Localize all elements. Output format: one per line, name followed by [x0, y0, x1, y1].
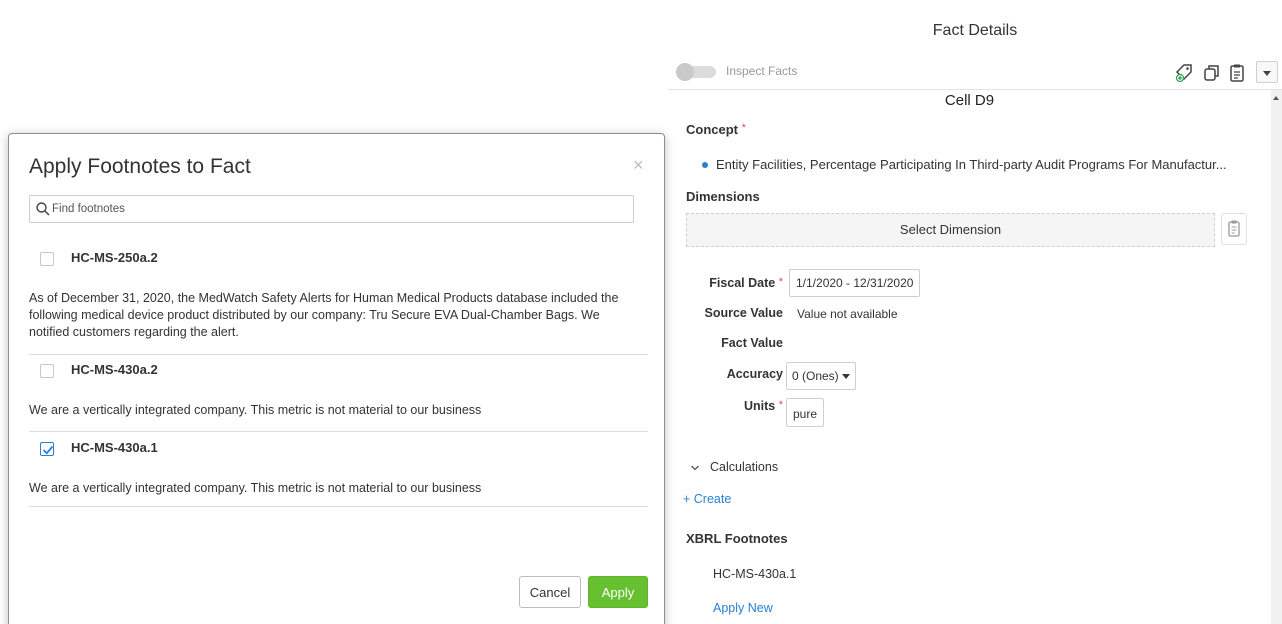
concept-value[interactable]: Entity Facilities, Percentage Participat… [716, 157, 1227, 172]
scroll-up-icon[interactable] [1273, 96, 1279, 100]
select-dimension-button[interactable]: Select Dimension [686, 213, 1215, 247]
footnote-item: HC-MS-430a.1 We are a vertically integra… [29, 432, 648, 507]
fact-value-label: Fact Value [721, 336, 783, 350]
apply-button[interactable]: Apply [588, 576, 648, 608]
search-icon [35, 201, 51, 217]
calculations-toggle[interactable]: Calculations [710, 460, 778, 474]
cancel-button[interactable]: Cancel [519, 576, 581, 608]
footnote-code: HC-MS-250a.2 [71, 250, 158, 265]
footnote-checkbox-checked[interactable] [40, 442, 54, 456]
footnote-text: We are a vertically integrated company. … [29, 481, 482, 495]
dimensions-label: Dimensions [686, 189, 760, 204]
concept-label: Concept * [686, 122, 746, 137]
required-mark: * [778, 399, 783, 411]
options-dropdown-button[interactable] [1256, 61, 1278, 83]
scrollbar[interactable] [1271, 90, 1282, 624]
footnote-text: As of December 31, 2020, the MedWatch Sa… [29, 291, 619, 339]
search-box[interactable] [29, 195, 634, 223]
applied-footnote-item[interactable]: HC-MS-430a.1 [713, 567, 796, 581]
apply-new-footnote-link[interactable]: Apply New [713, 601, 773, 615]
checkmark-icon [42, 445, 54, 455]
fact-details-toolbar: Inspect Facts [668, 56, 1282, 90]
clipboard-icon[interactable] [1227, 62, 1247, 84]
accuracy-label: Accuracy [726, 367, 783, 381]
accuracy-dropdown[interactable]: 0 (Ones) [786, 362, 856, 390]
units-field[interactable]: pure [786, 398, 825, 427]
toggle-knob[interactable] [676, 63, 694, 81]
footnote-code: HC-MS-430a.2 [71, 362, 158, 377]
xbrl-footnotes-label: XBRL Footnotes [686, 531, 788, 546]
fact-details-title: Fact Details [932, 22, 1018, 39]
clipboard-icon [1228, 220, 1240, 237]
chevron-down-icon[interactable] [690, 461, 700, 471]
footnote-item: HC-MS-430a.2 We are a vertically integra… [29, 355, 648, 432]
dimension-clipboard-button[interactable] [1221, 213, 1247, 245]
close-icon[interactable]: × [633, 156, 644, 174]
units-label-text: Units [743, 399, 776, 413]
fiscal-date-label: Fiscal Date * [673, 276, 783, 290]
footnote-item: HC-MS-250a.2 As of December 31, 2020, th… [29, 239, 648, 355]
units-label: Units * [673, 399, 783, 413]
accuracy-value: 0 (Ones) [792, 369, 839, 383]
footnote-checkbox[interactable] [40, 364, 54, 378]
search-input[interactable] [52, 198, 622, 220]
required-mark: * [741, 122, 746, 134]
caret-down-icon [841, 374, 850, 380]
inspect-facts-label: Inspect Facts [726, 64, 798, 78]
copy-icon[interactable] [1202, 62, 1222, 84]
fiscal-date-field[interactable]: 1/1/2020 - 12/31/2020 [789, 269, 921, 297]
apply-footnotes-modal: Apply Footnotes to Fact × HC-MS-250a.2 A… [8, 133, 665, 624]
tag-add-icon[interactable] [1174, 62, 1194, 84]
source-value-label: Source Value [704, 306, 783, 320]
inspect-facts-toggle[interactable] [676, 63, 716, 81]
fiscal-date-label-text: Fiscal Date [709, 276, 776, 290]
footnote-code: HC-MS-430a.1 [71, 440, 158, 455]
concept-label-text: Concept [686, 122, 738, 137]
footnote-text: We are a vertically integrated company. … [29, 403, 482, 417]
required-mark: * [778, 276, 783, 288]
source-value: Value not available [797, 307, 898, 321]
create-calculation-link[interactable]: + Create [683, 492, 731, 506]
footnote-checkbox[interactable] [40, 252, 54, 266]
modal-title: Apply Footnotes to Fact [29, 155, 251, 178]
concept-bullet-icon [702, 162, 708, 168]
cell-title: Cell D9 [944, 92, 995, 109]
